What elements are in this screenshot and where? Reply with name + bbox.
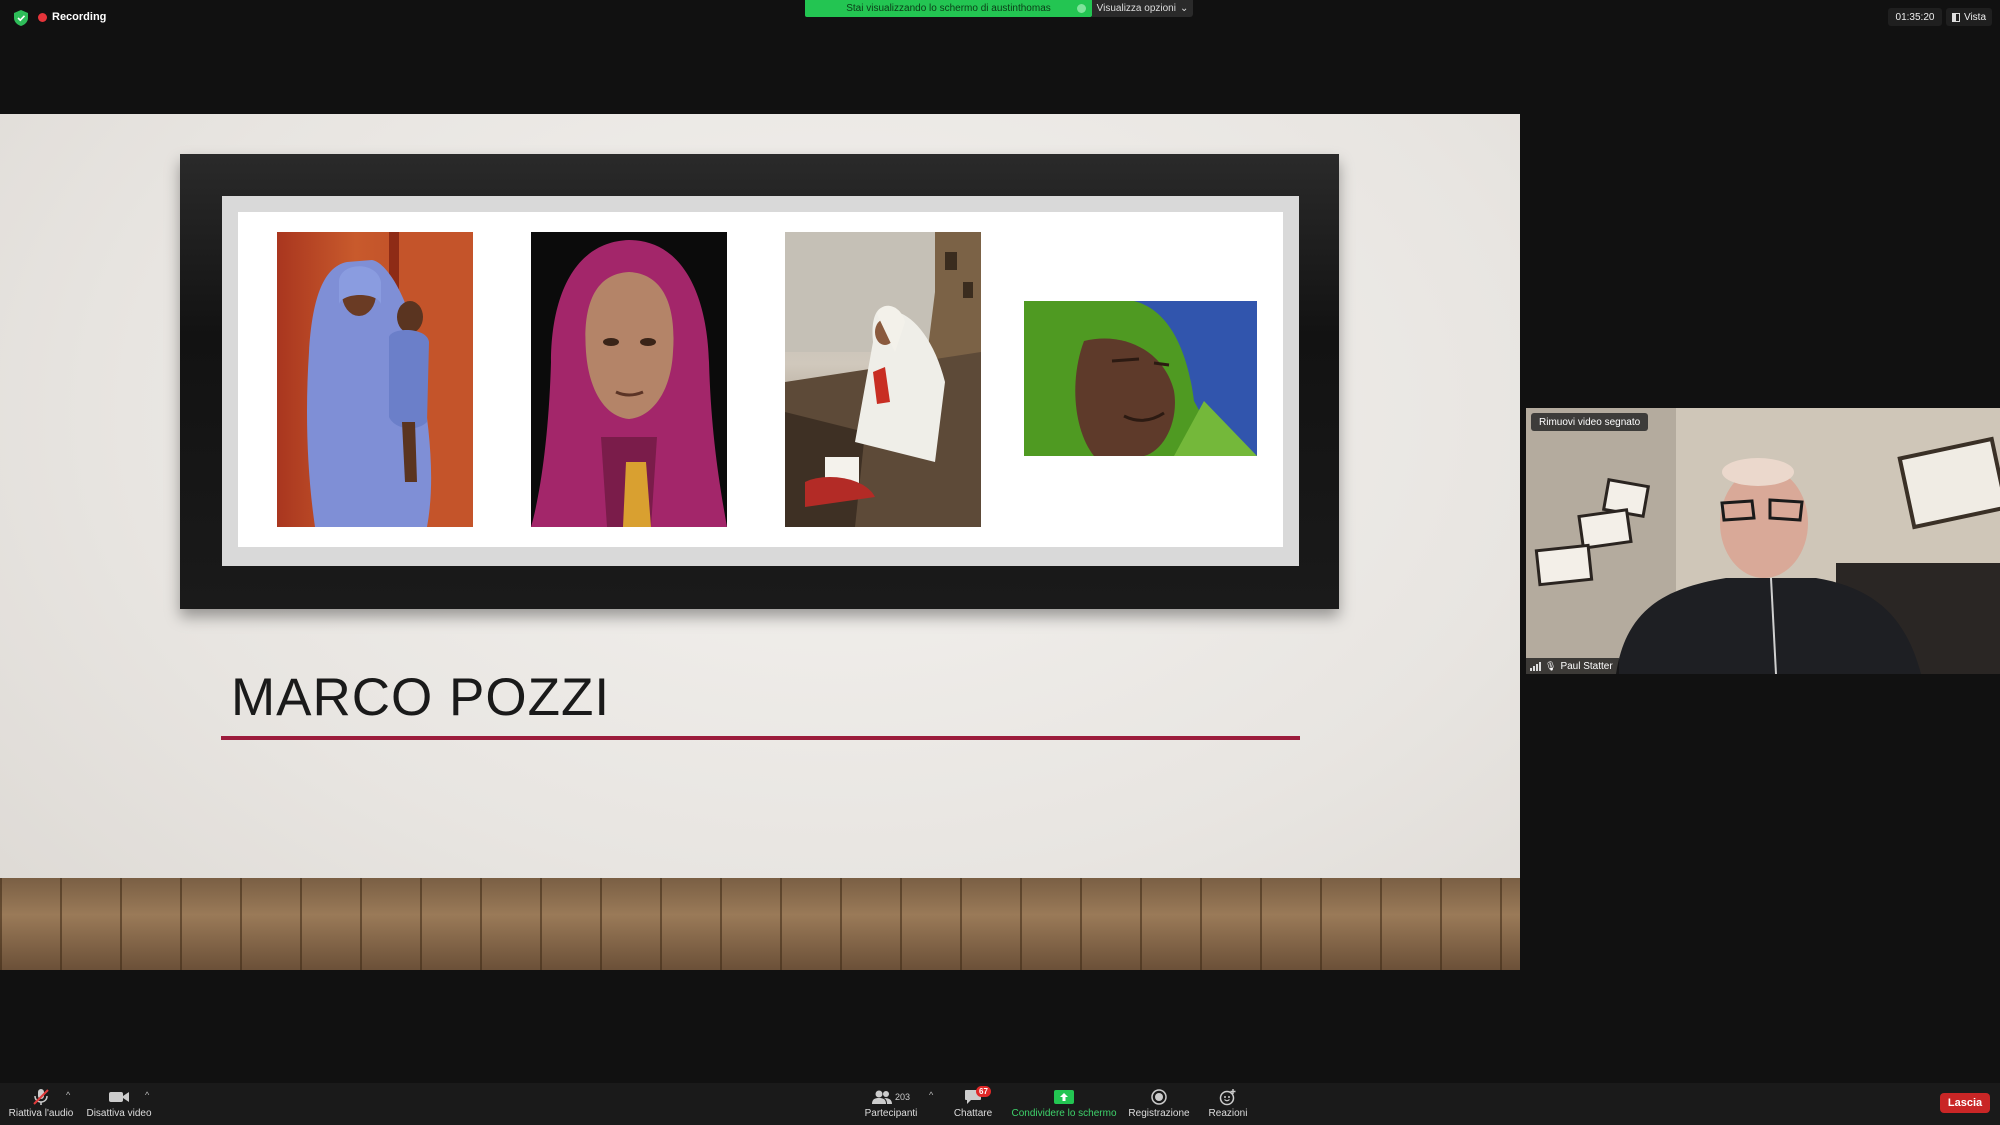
share-screen-label: Condividere lo schermo [1011,1108,1117,1119]
meeting-timer: 01:35:20 [1888,8,1942,26]
video-options-chevron-icon[interactable]: ^ [145,1090,149,1100]
chat-label: Chattare [953,1108,993,1119]
photo-man-at-ghats [785,232,981,527]
share-banner-text: Stai visualizzando lo schermo di austint… [846,3,1051,14]
view-options-button[interactable]: Visualizza opzioni ⌄ [1092,0,1193,17]
participant-video-image [1526,408,2000,674]
wooden-floor [0,878,1520,970]
meeting-toolbar: Riattiva l'audio ^ Disattiva video ^ 203… [0,1083,2000,1125]
participants-icon [871,1090,892,1104]
share-screen-button[interactable]: Condividere lo schermo [1008,1083,1120,1125]
recording-indicator[interactable]: Recording [38,8,106,26]
participant-name-tag: 🎙 Paul Statter [1526,658,1619,674]
video-camera-icon [108,1086,130,1108]
record-label: Registrazione [1128,1108,1190,1119]
participants-icon-group: 203 [871,1086,911,1108]
unmute-label: Riattiva l'audio [8,1108,74,1119]
audio-options-chevron-icon[interactable]: ^ [66,1090,70,1100]
share-status-icon [1077,4,1086,13]
stop-video-button[interactable]: Disattiva video [84,1083,154,1125]
slide-title: MARCO POZZI [231,668,611,727]
screen-share-banner: Stai visualizzando lo schermo di austint… [805,0,1092,17]
participant-video[interactable]: Rimuovi video segnato 🎙 Paul Statter [1526,408,2000,674]
remove-video-button[interactable]: Rimuovi video segnato [1531,413,1649,431]
reactions-button[interactable]: Reazioni [1202,1083,1254,1125]
smiley-face-icon [1219,1086,1237,1108]
security-shield-icon[interactable] [14,10,28,26]
participants-count: 203 [894,1092,911,1102]
mic-muted-icon [32,1086,50,1108]
photo-woman-magenta-shawl [531,232,727,527]
view-layout-icon [1951,12,1960,22]
participants-label: Partecipanti [864,1108,918,1119]
view-label: Vista [1963,11,1987,23]
leave-button[interactable]: Lascia [1940,1093,1990,1113]
reactions-label: Reazioni [1208,1108,1248,1119]
record-button[interactable]: Registrazione [1126,1083,1192,1125]
photo-woman-green-shawl [1024,301,1257,456]
recording-label: Recording [52,11,107,23]
participant-name: Paul Statter [1560,660,1613,672]
picture-frame [180,154,1339,609]
participants-button[interactable]: 203 Partecipanti [858,1083,924,1125]
signal-strength-icon [1530,661,1541,671]
photo-board [238,212,1283,547]
mic-muted-icon: 🎙 [1545,660,1557,671]
recording-dot-icon [38,12,47,22]
view-button[interactable]: Vista [1946,8,1992,26]
shared-screen-slide: MARCO POZZI [0,114,1520,970]
record-icon [1151,1086,1167,1108]
chevron-down-icon: ⌄ [1179,3,1189,14]
photo-mother-child [277,232,473,527]
chat-unread-badge: 67 [976,1086,991,1097]
frame-mat [222,196,1299,566]
view-options-label: Visualizza opzioni [1096,3,1176,14]
participants-options-chevron-icon[interactable]: ^ [929,1090,933,1100]
title-underline [221,736,1300,740]
stop-video-label: Disattiva video [86,1108,152,1119]
share-screen-icon [1054,1086,1074,1108]
